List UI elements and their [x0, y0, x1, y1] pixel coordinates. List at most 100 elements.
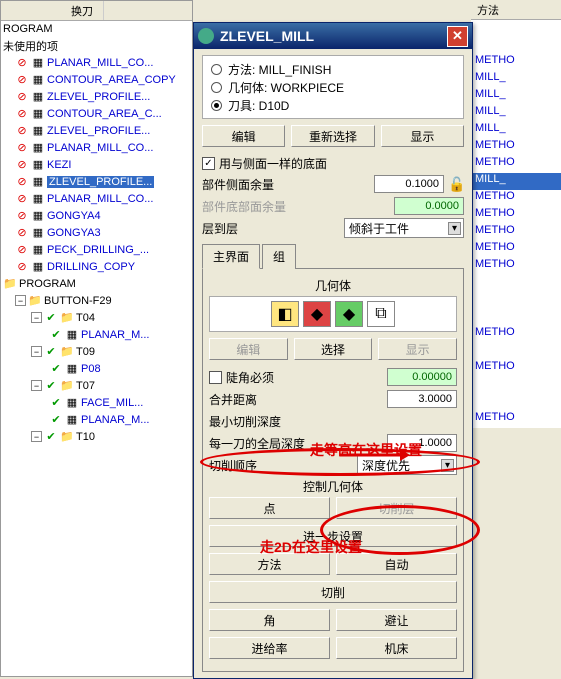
lock-icon[interactable]: 🔓 [448, 176, 464, 192]
stop-icon: ⊘ [15, 124, 29, 138]
action-button[interactable]: 切削 [209, 581, 457, 603]
merge-dist-input[interactable] [387, 390, 457, 408]
parent-options: 方法: MILL_FINISH几何体: WORKPIECE刀具: D10D [202, 55, 464, 119]
action-button[interactable]: 自动 [336, 553, 457, 575]
global-depth-input[interactable] [387, 434, 457, 452]
folder-icon: 📁 [60, 379, 74, 393]
tree-operation-item[interactable]: ⊘▦CONTOUR_AREA_C... [1, 105, 192, 122]
side-allowance-input[interactable] [374, 175, 444, 193]
method-column: METHOMILL_MILL_MILL_MILL_METHOMETHOMILL_… [471, 20, 561, 428]
col-header-toolchange[interactable]: 换刀 [61, 1, 104, 20]
tree-operation-item[interactable]: ⊘▦KEZI [1, 156, 192, 173]
more-button[interactable]: 进一步设置 [209, 525, 457, 547]
tree-operation-item[interactable]: ✔▦FACE_MIL... [1, 394, 192, 411]
tab-main[interactable]: 主界面 [202, 244, 260, 269]
stop-icon: ⊘ [15, 141, 29, 155]
tree-operation-item[interactable]: ⊘▦ZLEVEL_PROFILE... [1, 122, 192, 139]
dialog-titlebar[interactable]: ZLEVEL_MILL ✕ [194, 23, 472, 49]
parent-option[interactable]: 方法: MILL_FINISH [211, 60, 455, 78]
tree-program-node[interactable]: 📁PROGRAM [1, 275, 192, 292]
tree-tool-group[interactable]: −✔📁T04 [1, 309, 192, 326]
expand-toggle[interactable]: − [31, 431, 42, 442]
folder-icon: 📁 [28, 294, 42, 308]
tree-operation-item[interactable]: ✔▦P08 [1, 360, 192, 377]
reselect-button[interactable]: 重新选择 [291, 125, 374, 147]
radio-icon[interactable] [211, 100, 222, 111]
geo-select-button[interactable]: 选择 [294, 338, 373, 360]
tree-tool-group[interactable]: −✔📁T10 [1, 428, 192, 445]
control-geom-label: 控制几何体 [209, 478, 457, 495]
tree-operation-item[interactable]: ⊘▦GONGYA3 [1, 224, 192, 241]
geo-edit-button: 编辑 [209, 338, 288, 360]
op-icon: ▦ [65, 396, 79, 410]
tree-tool-group[interactable]: −✔📁T07 [1, 377, 192, 394]
tree-root-program[interactable]: ROGRAM [1, 21, 192, 37]
check-icon: ✔ [49, 362, 63, 376]
tree-operation-item[interactable]: ⊘▦CONTOUR_AREA_COPY [1, 71, 192, 88]
action-button[interactable]: 角 [209, 609, 330, 631]
expand-toggle[interactable]: − [15, 295, 26, 306]
tree-tool-group[interactable]: −✔📁T09 [1, 343, 192, 360]
stop-icon: ⊘ [15, 175, 29, 189]
tab-group[interactable]: 组 [262, 244, 296, 269]
tree-operation-item[interactable]: ⊘▦ZLEVEL_PROFILE... [1, 88, 192, 105]
op-icon: ▦ [31, 73, 45, 87]
tree-operation-item[interactable]: ⊘▦PLANAR_MILL_CO... [1, 139, 192, 156]
close-icon[interactable]: ✕ [447, 26, 468, 47]
parent-option[interactable]: 刀具: D10D [211, 96, 455, 114]
tab-strip: 主界面 组 [202, 243, 464, 269]
op-icon: ▦ [31, 90, 45, 104]
check-icon: ✔ [49, 396, 63, 410]
tree-operation-item[interactable]: ⊘▦PLANAR_MILL_CO... [1, 190, 192, 207]
radio-icon[interactable] [211, 64, 222, 75]
tree-operation-item[interactable]: ⊘▦PLANAR_MILL_CO... [1, 54, 192, 71]
tree-operation-item[interactable]: ⊘▦ZLEVEL_PROFILE... [1, 173, 192, 190]
checkbox-icon[interactable]: ✓ [202, 157, 215, 170]
merge-dist-label: 合并距离 [209, 391, 257, 408]
point-button[interactable]: 点 [209, 497, 330, 519]
action-button[interactable]: 进给率 [209, 637, 330, 659]
bottom-allowance-input [394, 197, 464, 215]
check-geom-icon[interactable]: ◆ [335, 301, 363, 327]
check-icon: ✔ [44, 379, 58, 393]
action-button[interactable]: 方法 [209, 553, 330, 575]
op-icon: ▦ [31, 260, 45, 274]
tree-unused[interactable]: 未使用的项 [1, 37, 192, 54]
cut-order-dropdown[interactable]: 深度优先 [357, 455, 457, 475]
check-icon: ✔ [49, 328, 63, 342]
tree-operation-item[interactable]: ⊘▦PECK_DRILLING_... [1, 241, 192, 258]
blank-geom-icon[interactable]: ◆ [303, 301, 331, 327]
expand-toggle[interactable]: − [31, 312, 42, 323]
layer-to-layer-dropdown[interactable]: 倾斜于工件 [344, 218, 464, 238]
op-icon: ▦ [65, 413, 79, 427]
action-button[interactable]: 机床 [336, 637, 457, 659]
op-icon: ▦ [31, 107, 45, 121]
same-bottom-check[interactable]: ✓ 用与侧面一样的底面 [202, 153, 464, 173]
radio-icon[interactable] [211, 82, 222, 93]
program-icon: 📁 [3, 277, 17, 291]
edit-button[interactable]: 编辑 [202, 125, 285, 147]
geometry-icons: ◧ ◆ ◆ ⧉ [209, 296, 457, 332]
op-icon: ▦ [31, 124, 45, 138]
tree-button-node[interactable]: −📁BUTTON-F29 [1, 292, 192, 309]
parent-option[interactable]: 几何体: WORKPIECE [211, 78, 455, 96]
action-button[interactable]: 避让 [336, 609, 457, 631]
method-cell: MILL_ [471, 173, 561, 190]
tree-operation-item[interactable]: ✔▦PLANAR_M... [1, 326, 192, 343]
steep-required-check[interactable]: 陡角必须 [209, 367, 274, 387]
tree-operation-item[interactable]: ⊘▦GONGYA4 [1, 207, 192, 224]
part-geom-icon[interactable]: ◧ [271, 301, 299, 327]
display-button[interactable]: 显示 [381, 125, 464, 147]
check-icon: ✔ [49, 413, 63, 427]
expand-toggle[interactable]: − [31, 380, 42, 391]
global-depth-label: 每一刀的全局深度 [209, 435, 305, 452]
method-cell: METHO [471, 241, 561, 258]
tree-operation-item[interactable]: ⊘▦DRILLING_COPY [1, 258, 192, 275]
expand-toggle[interactable]: − [31, 346, 42, 357]
stop-icon: ⊘ [15, 73, 29, 87]
stop-icon: ⊘ [15, 56, 29, 70]
col-header-method[interactable]: 方法 [471, 0, 561, 20]
trim-geom-icon[interactable]: ⧉ [367, 301, 395, 327]
check-icon: ✔ [44, 430, 58, 444]
tree-operation-item[interactable]: ✔▦PLANAR_M... [1, 411, 192, 428]
